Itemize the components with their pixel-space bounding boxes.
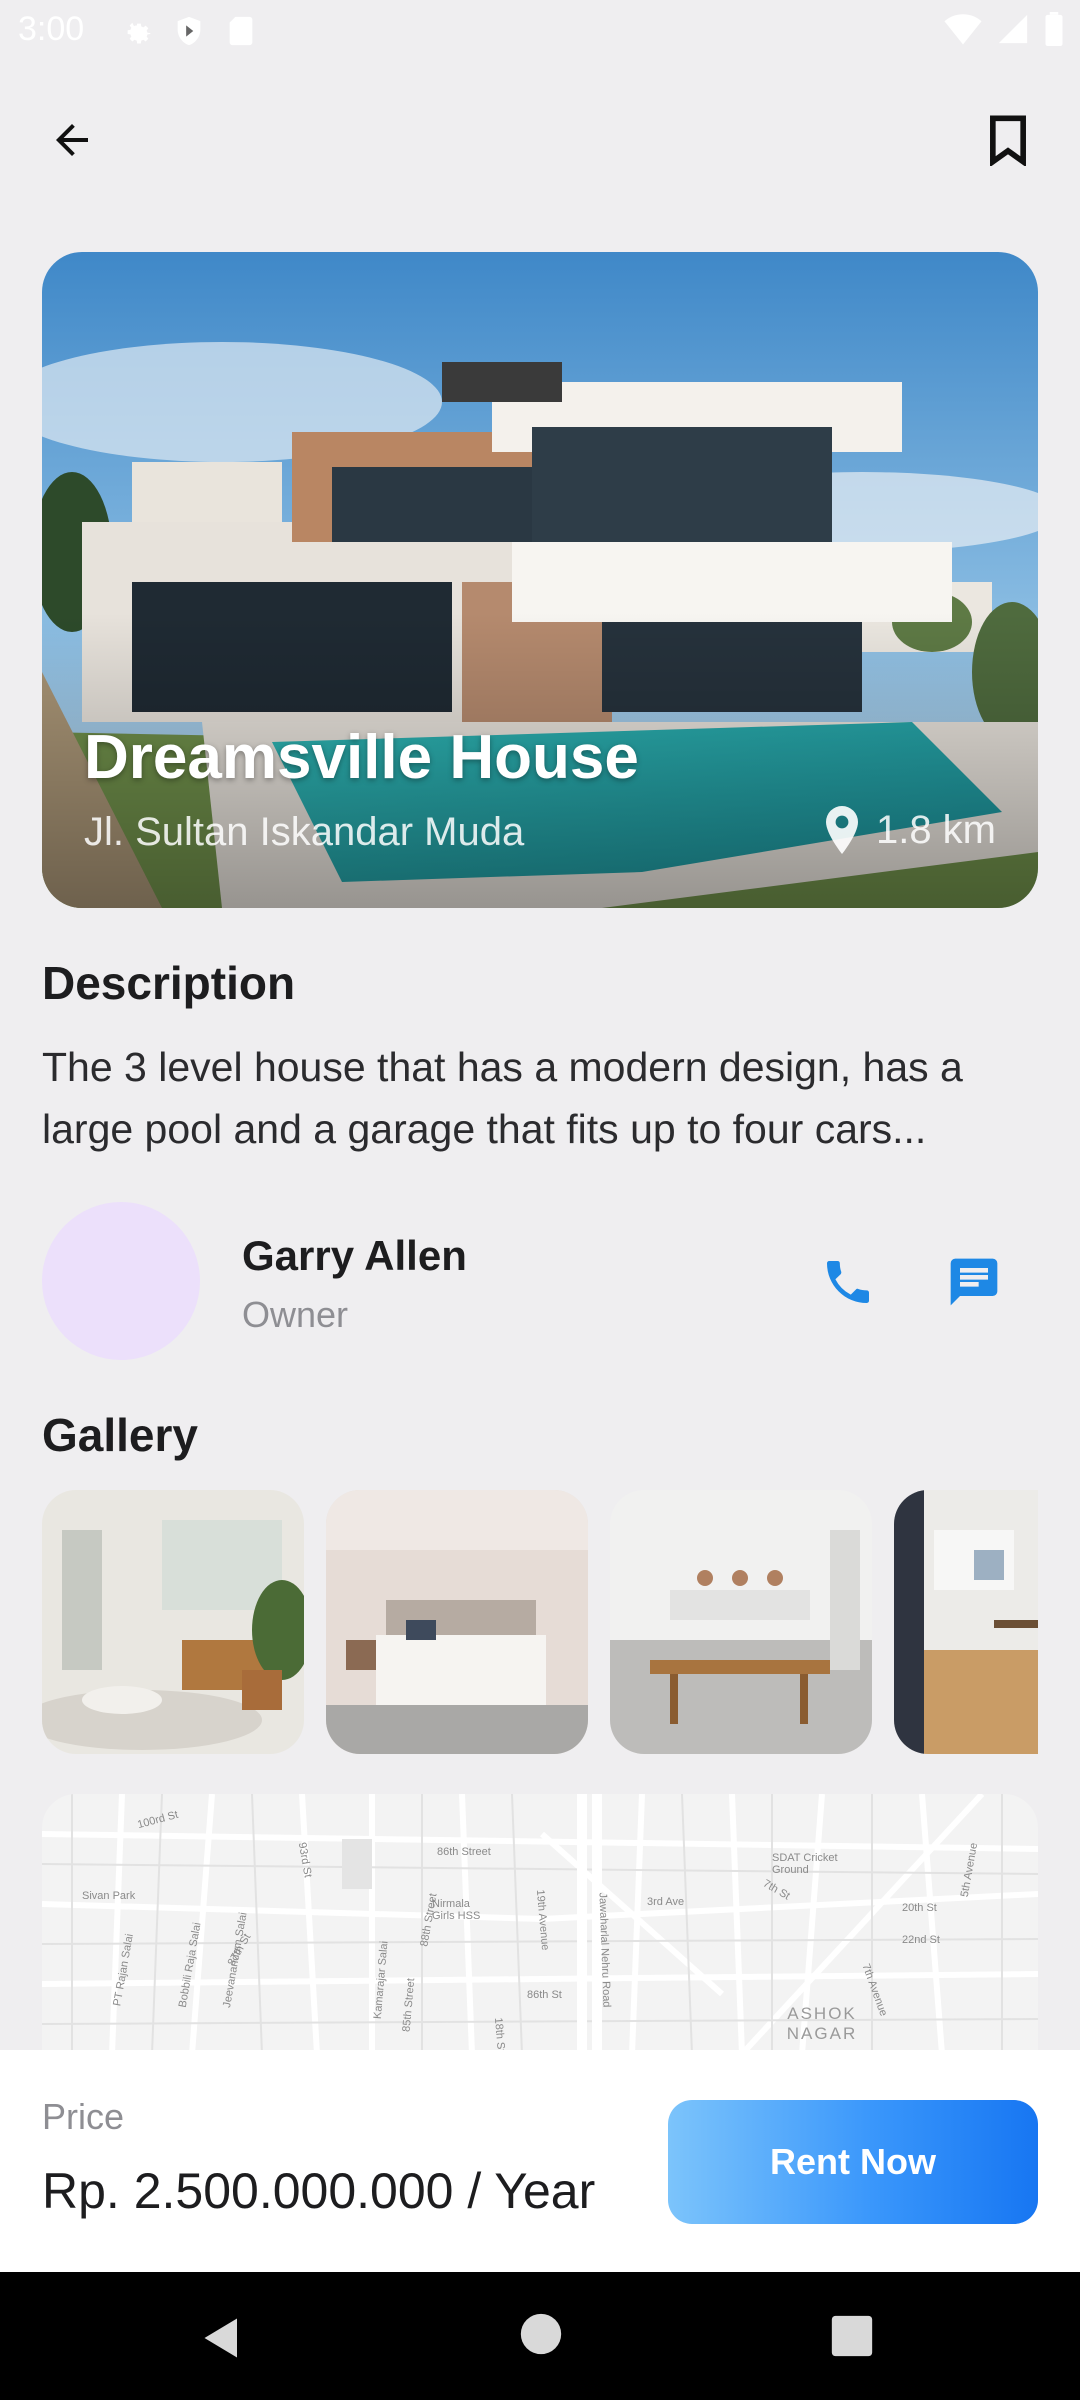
- gallery-image-living-room[interactable]: [42, 1490, 304, 1754]
- map-label: 22nd St: [902, 1934, 940, 1946]
- status-system-icons: [944, 12, 1064, 46]
- property-address: Jl. Sultan Iskandar Muda: [84, 810, 525, 854]
- distance-text: 1.8 km: [875, 807, 996, 852]
- price-bottom-bar: Price Rp. 2.500.000.000 / Year Rent Now: [0, 2050, 1080, 2272]
- owner-role: Owner: [242, 1294, 349, 1335]
- shield-play-icon: [172, 14, 206, 48]
- location-pin-icon: [825, 806, 858, 854]
- battery-icon: [1045, 12, 1063, 46]
- map-label: 86th St: [527, 1989, 562, 2001]
- bookmark-icon: [990, 115, 1026, 166]
- phone-icon: [827, 1261, 869, 1303]
- nav-back-icon[interactable]: [198, 2312, 250, 2364]
- nav-home-icon[interactable]: [519, 2312, 563, 2356]
- property-distance: 1.8 km: [822, 806, 996, 854]
- map-label: Sivan Park: [82, 1890, 136, 1902]
- nav-recents-icon[interactable]: [830, 2314, 874, 2358]
- status-bar: 3:00: [0, 0, 1080, 64]
- wifi-icon: [944, 14, 982, 45]
- system-navigation-bar: [0, 2272, 1080, 2400]
- map-label: 20th St: [902, 1902, 937, 1914]
- avatar[interactable]: [42, 1202, 200, 1360]
- description-text: The 3 level house that has a modern desi…: [42, 1044, 963, 1152]
- owner-card: Garry Allen Owner: [42, 1202, 1038, 1360]
- arrow-back-icon: [56, 124, 88, 156]
- bookmark-button[interactable]: [976, 108, 1040, 172]
- property-title: Dreamsville House: [84, 723, 639, 792]
- chat-icon: [950, 1258, 998, 1306]
- status-time: 3:00: [18, 10, 85, 48]
- settings-icon: [120, 14, 154, 48]
- map-label: SDAT Cricket Ground: [772, 1852, 838, 1876]
- owner-name: Garry Allen: [242, 1232, 467, 1279]
- gallery-heading: Gallery: [42, 1409, 198, 1461]
- map-label: 3rd Ave: [647, 1896, 685, 1908]
- call-button[interactable]: [812, 1246, 884, 1318]
- back-button[interactable]: [40, 108, 104, 172]
- gallery-image-staircase-hall[interactable]: [894, 1490, 1038, 1754]
- status-notification-icons: [120, 14, 258, 48]
- map-label: 86th Street: [437, 1846, 491, 1858]
- sd-card-icon: [224, 14, 258, 48]
- gallery-strip[interactable]: [42, 1490, 1038, 1754]
- cell-signal-icon: [998, 14, 1028, 44]
- price-value: Rp. 2.500.000.000 / Year: [42, 2163, 596, 2219]
- description-heading: Description: [42, 957, 296, 1009]
- price-label: Price: [42, 2096, 125, 2137]
- gallery-image-bedroom[interactable]: [326, 1490, 588, 1754]
- property-hero-card[interactable]: Dreamsville House Jl. Sultan Iskandar Mu…: [42, 252, 1038, 908]
- map-label: Nirmala Girls HSS: [432, 1898, 481, 1922]
- gallery-image-dining-room[interactable]: [610, 1490, 872, 1754]
- location-map[interactable]: 100rd St 86th Street 93rd St Sivan Park …: [42, 1794, 1038, 2054]
- top-app-bar: [0, 100, 1080, 180]
- map-area-label: ASHOK NAGAR: [786, 2004, 858, 2043]
- rent-now-button[interactable]: Rent Now: [668, 2100, 1038, 2224]
- message-button[interactable]: [938, 1246, 1010, 1318]
